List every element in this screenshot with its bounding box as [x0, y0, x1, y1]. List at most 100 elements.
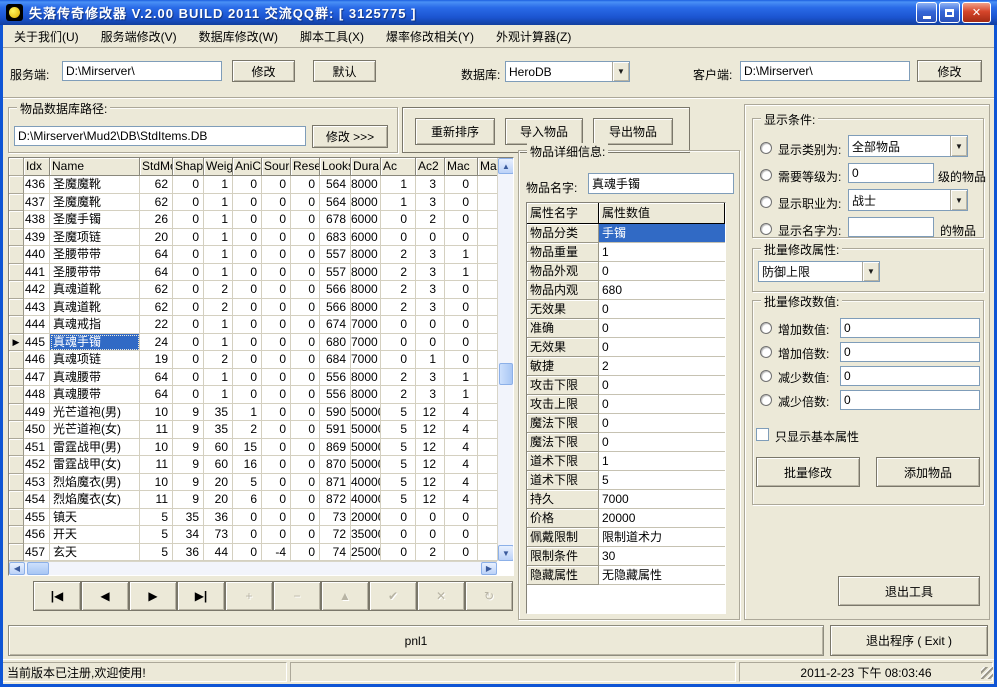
cell-name[interactable]: 真魂道靴 — [50, 299, 140, 317]
cell-stdmode[interactable]: 10 — [140, 439, 173, 457]
cell-looks[interactable]: 74 — [320, 544, 351, 562]
cell-shape[interactable]: 36 — [173, 544, 204, 562]
menu-item[interactable]: 外观计算器(Z) — [485, 26, 582, 47]
cell-ac[interactable]: 1 — [381, 194, 416, 212]
exit-tool-button[interactable]: 退出工具 — [838, 576, 980, 606]
cell-mac[interactable]: 0 — [445, 194, 478, 212]
cell-duramax[interactable]: 40000 — [351, 474, 381, 492]
cell-mac2[interactable] — [478, 229, 497, 247]
cell-weight[interactable]: 2 — [204, 351, 233, 369]
cell-idx[interactable]: 442 — [24, 281, 50, 299]
chevron-down-icon[interactable]: ▼ — [950, 190, 967, 210]
table-row[interactable]: 457 玄天 5 36 44 0 -4 0 74 25000 0 2 0 — [9, 544, 497, 562]
cell-source[interactable]: -4 — [262, 544, 291, 562]
cell-shape[interactable]: 0 — [173, 264, 204, 282]
property-row[interactable]: 攻击上限 0 — [527, 395, 725, 414]
navigator-button[interactable]: + — [225, 581, 273, 611]
batch-mul-radio[interactable] — [760, 346, 772, 358]
cell-name[interactable]: 玄天 — [50, 544, 140, 562]
navigator-button[interactable]: ✕ — [417, 581, 465, 611]
cell-looks[interactable]: 566 — [320, 299, 351, 317]
cell-mac2[interactable] — [478, 246, 497, 264]
cell-weight[interactable]: 73 — [204, 526, 233, 544]
cell-mac2[interactable] — [478, 369, 497, 387]
cell-weight[interactable]: 2 — [204, 299, 233, 317]
cell-weight[interactable]: 35 — [204, 404, 233, 422]
cell-stdmode[interactable]: 5 — [140, 526, 173, 544]
server-default-button[interactable]: 默认 — [313, 60, 376, 82]
cell-duramax[interactable]: 50000 — [351, 456, 381, 474]
cell-looks[interactable]: 684 — [320, 351, 351, 369]
cell-stdmode[interactable]: 11 — [140, 456, 173, 474]
scroll-down-icon[interactable]: ▼ — [498, 545, 514, 561]
cell-reserved[interactable]: 0 — [291, 491, 320, 509]
cell-reserved[interactable]: 0 — [291, 194, 320, 212]
property-row[interactable]: 无效果 0 — [527, 338, 725, 357]
property-value-cell[interactable]: 680 — [599, 281, 725, 300]
cell-mac[interactable]: 0 — [445, 509, 478, 527]
cell-reserved[interactable]: 0 — [291, 526, 320, 544]
scroll-right-icon[interactable]: ▶ — [481, 562, 497, 575]
cell-ac2[interactable]: 0 — [416, 229, 445, 247]
cell-mac[interactable]: 4 — [445, 404, 478, 422]
cell-ac2[interactable]: 3 — [416, 281, 445, 299]
cell-name[interactable]: 光芒道袍(男) — [50, 404, 140, 422]
cell-anicount[interactable]: 0 — [233, 509, 262, 527]
cell-ac[interactable]: 0 — [381, 526, 416, 544]
filter-level-input[interactable] — [848, 163, 934, 183]
property-name-cell[interactable]: 持久 — [527, 490, 599, 509]
cell-anicount[interactable]: 0 — [233, 211, 262, 229]
cell-stdmode[interactable]: 62 — [140, 299, 173, 317]
cell-duramax[interactable]: 50000 — [351, 439, 381, 457]
property-row[interactable]: 魔法下限 0 — [527, 433, 725, 452]
cell-source[interactable]: 0 — [262, 176, 291, 194]
cell-mac[interactable]: 0 — [445, 211, 478, 229]
cell-ac2[interactable]: 3 — [416, 264, 445, 282]
property-row[interactable]: 物品重量 1 — [527, 243, 725, 262]
cell-ac2[interactable]: 3 — [416, 176, 445, 194]
batch-sub-radio[interactable] — [760, 370, 772, 382]
cell-ac[interactable]: 5 — [381, 421, 416, 439]
property-value-cell[interactable]: 0 — [599, 414, 725, 433]
cell-name[interactable]: 镇天 — [50, 509, 140, 527]
cell-stdmode[interactable]: 20 — [140, 229, 173, 247]
cell-name[interactable]: 真魂道靴 — [50, 281, 140, 299]
cell-ac[interactable]: 1 — [381, 176, 416, 194]
cell-looks[interactable]: 871 — [320, 474, 351, 492]
property-name-cell[interactable]: 无效果 — [527, 300, 599, 319]
cell-anicount[interactable]: 0 — [233, 264, 262, 282]
cell-looks[interactable]: 678 — [320, 211, 351, 229]
cell-mac2[interactable] — [478, 474, 497, 492]
cell-shape[interactable]: 0 — [173, 386, 204, 404]
cell-mac2[interactable] — [478, 386, 497, 404]
resize-grip[interactable] — [981, 667, 993, 679]
cell-source[interactable]: 0 — [262, 456, 291, 474]
cell-idx[interactable]: 445 — [24, 334, 50, 352]
cell-mac[interactable]: 4 — [445, 439, 478, 457]
cell-mac[interactable]: 0 — [445, 351, 478, 369]
property-row[interactable]: 准确 0 — [527, 319, 725, 338]
title-bar[interactable]: 失落传奇修改器 V.2.00 BUILD 2011 交流QQ群: [ 31257… — [0, 0, 997, 25]
cell-idx[interactable]: 439 — [24, 229, 50, 247]
cell-weight[interactable]: 1 — [204, 211, 233, 229]
cell-weight[interactable]: 60 — [204, 439, 233, 457]
cell-ac2[interactable]: 0 — [416, 526, 445, 544]
item-db-modify-button[interactable]: 修改 >>> — [312, 125, 388, 148]
batch-attr-select[interactable]: 防御上限 ▼ — [758, 261, 880, 282]
table-row[interactable]: 448 真魂腰带 64 0 1 0 0 0 556 8000 2 3 1 — [9, 386, 497, 404]
filter-category-radio[interactable] — [760, 142, 772, 154]
cell-weight[interactable]: 1 — [204, 316, 233, 334]
exit-program-button[interactable]: 退出程序 ( Exit ) — [830, 625, 988, 656]
cell-ac2[interactable]: 2 — [416, 211, 445, 229]
cell-duramax[interactable]: 20000 — [351, 509, 381, 527]
cell-reserved[interactable]: 0 — [291, 369, 320, 387]
cell-duramax[interactable]: 7000 — [351, 334, 381, 352]
cell-name[interactable]: 真魂戒指 — [50, 316, 140, 334]
cell-weight[interactable]: 60 — [204, 456, 233, 474]
property-row[interactable]: 价格 20000 — [527, 509, 725, 528]
cell-shape[interactable]: 0 — [173, 246, 204, 264]
client-modify-button[interactable]: 修改 — [917, 60, 982, 82]
cell-idx[interactable]: 453 — [24, 474, 50, 492]
cell-stdmode[interactable]: 64 — [140, 246, 173, 264]
cell-idx[interactable]: 447 — [24, 369, 50, 387]
